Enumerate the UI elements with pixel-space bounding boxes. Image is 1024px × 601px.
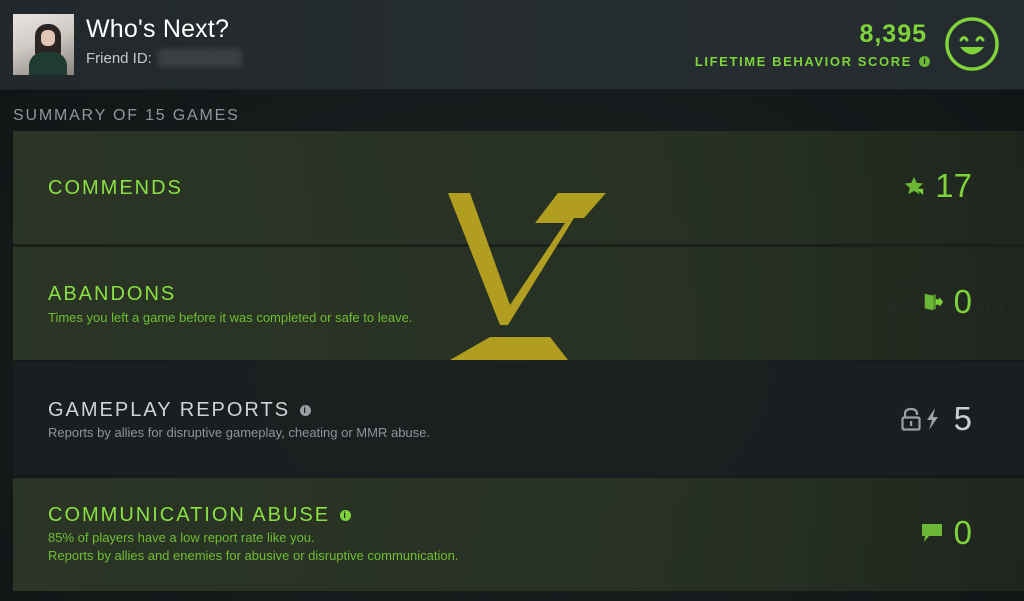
chat-bubble-icon bbox=[921, 524, 942, 542]
communication-abuse-title-row: COMMUNICATION ABUSE i bbox=[48, 504, 352, 527]
friend-id-value-redacted bbox=[157, 49, 242, 67]
avatar[interactable] bbox=[13, 14, 74, 75]
communication-abuse-stat: 0 bbox=[920, 514, 972, 552]
abandons-count: 0 bbox=[953, 283, 972, 320]
communication-abuse-count: 0 bbox=[953, 514, 972, 551]
communication-abuse-title: COMMUNICATION ABUSE bbox=[48, 504, 331, 526]
gameplay-reports-stat: 5 bbox=[900, 400, 972, 438]
commends-count: 17 bbox=[935, 167, 972, 204]
profile-header: Who's Next? Friend ID: 8,395 LIFETIME BE… bbox=[0, 0, 1024, 90]
communication-abuse-row: COMMUNICATION ABUSE i 85% of players hav… bbox=[13, 478, 1024, 591]
watermark-logo-icon bbox=[448, 193, 606, 360]
player-name: Who's Next? bbox=[86, 15, 230, 43]
commends-title: COMMENDS bbox=[48, 177, 183, 199]
info-icon[interactable]: i bbox=[919, 56, 930, 67]
star-icon bbox=[905, 176, 924, 196]
communication-abuse-description: Reports by allies and enemies for abusiv… bbox=[48, 548, 459, 563]
summary-title: SUMMARY OF 15 GAMES bbox=[13, 107, 240, 124]
gameplay-reports-count: 5 bbox=[953, 400, 972, 437]
gameplay-reports-title-row: GAMEPLAY REPORTS i bbox=[48, 399, 312, 422]
info-icon[interactable]: i bbox=[300, 405, 312, 416]
friend-id-row: Friend ID: bbox=[86, 49, 242, 67]
info-icon[interactable]: i bbox=[340, 510, 352, 521]
exit-door-icon bbox=[924, 293, 943, 311]
lock-lightning-icon bbox=[901, 407, 938, 431]
gameplay-reports-row: GAMEPLAY REPORTS i Reports by allies for… bbox=[13, 362, 1024, 475]
behavior-score-label-row: LIFETIME BEHAVIOR SCORE i bbox=[695, 54, 930, 69]
abandons-title: ABANDONS bbox=[48, 283, 177, 305]
abandons-description: Times you left a game before it was comp… bbox=[48, 310, 413, 325]
behavior-score-label: LIFETIME BEHAVIOR SCORE bbox=[694, 54, 912, 69]
communication-abuse-stat-note: 85% of players have a low report rate li… bbox=[48, 530, 315, 545]
abandons-stat: 0 bbox=[922, 283, 972, 321]
gameplay-reports-title: GAMEPLAY REPORTS bbox=[48, 399, 291, 421]
behavior-score-value: 8,395 bbox=[859, 20, 927, 48]
smiley-face-icon bbox=[945, 17, 999, 71]
commends-stat: 17 bbox=[903, 167, 972, 205]
gameplay-reports-description: Reports by allies for disruptive gamepla… bbox=[48, 425, 430, 440]
behavior-summary-page: CHOOSE A HE ATUR Who's Next? Friend ID: … bbox=[0, 0, 1024, 601]
friend-id-label: Friend ID: bbox=[86, 49, 152, 67]
